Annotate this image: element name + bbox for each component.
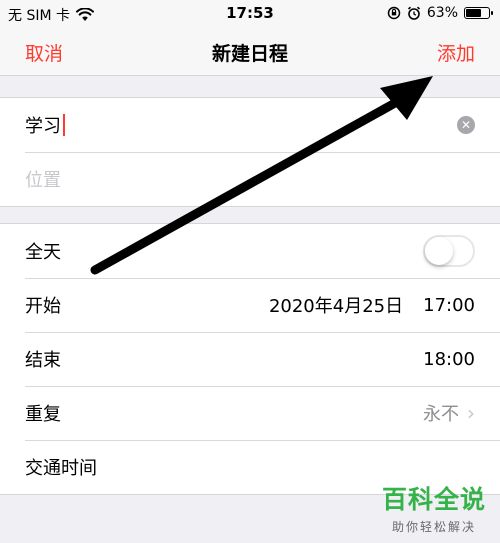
battery-fill [466,9,482,17]
battery-icon [464,7,493,19]
status-right: 63% [387,5,493,21]
title-row[interactable]: 学习 ✕ [0,98,500,152]
repeat-value-text: 永不 [423,404,459,425]
rotation-lock-icon [387,6,401,20]
start-value[interactable]: 2020年4月25日 17:00 [269,292,475,318]
title-input-value: 学习 [25,116,61,137]
alarm-icon [407,6,420,20]
text-caret [63,114,65,136]
start-date: 2020年4月25日 [268,296,404,317]
location-input[interactable]: 位置 [25,166,61,192]
battery-percent: 63% [426,5,458,21]
end-label: 结束 [25,350,61,371]
status-bar: 无 SIM 卡 17:53 63% [0,0,500,28]
event-details-group: 学习 ✕ 位置 [0,97,500,207]
repeat-label: 重复 [25,404,61,425]
toggle-knob [425,237,453,265]
start-time: 17:00 [423,294,475,316]
all-day-label: 全天 [25,242,61,263]
chevron-right-icon: › [467,401,475,425]
start-row[interactable]: 开始 2020年4月25日 17:00 [0,278,500,332]
schedule-group: 全天 开始 2020年4月25日 17:00 结束 18:00 重复 永不 › … [0,223,500,495]
repeat-value[interactable]: 永不 › [423,400,475,426]
all-day-row: 全天 [0,224,500,278]
travel-time-label: 交通时间 [25,458,97,479]
watermark-subtitle: 助你轻松解决 [391,520,476,534]
nav-bar: 取消 新建日程 添加 [0,28,500,76]
all-day-toggle[interactable] [423,235,475,267]
watermark: 百科全说 助你轻松解决 [382,480,486,535]
repeat-row[interactable]: 重复 永不 › [0,386,500,440]
title-input[interactable]: 学习 [25,112,65,138]
watermark-title: 百科全说 [381,485,486,514]
end-value[interactable]: 18:00 [423,349,475,370]
end-time: 18:00 [423,348,475,370]
add-button[interactable]: 添加 [437,39,475,66]
end-row[interactable]: 结束 18:00 [0,332,500,386]
start-label: 开始 [25,296,61,317]
clear-icon[interactable]: ✕ [457,116,475,134]
page-title: 新建日程 [211,43,288,65]
location-row[interactable]: 位置 [0,152,500,206]
